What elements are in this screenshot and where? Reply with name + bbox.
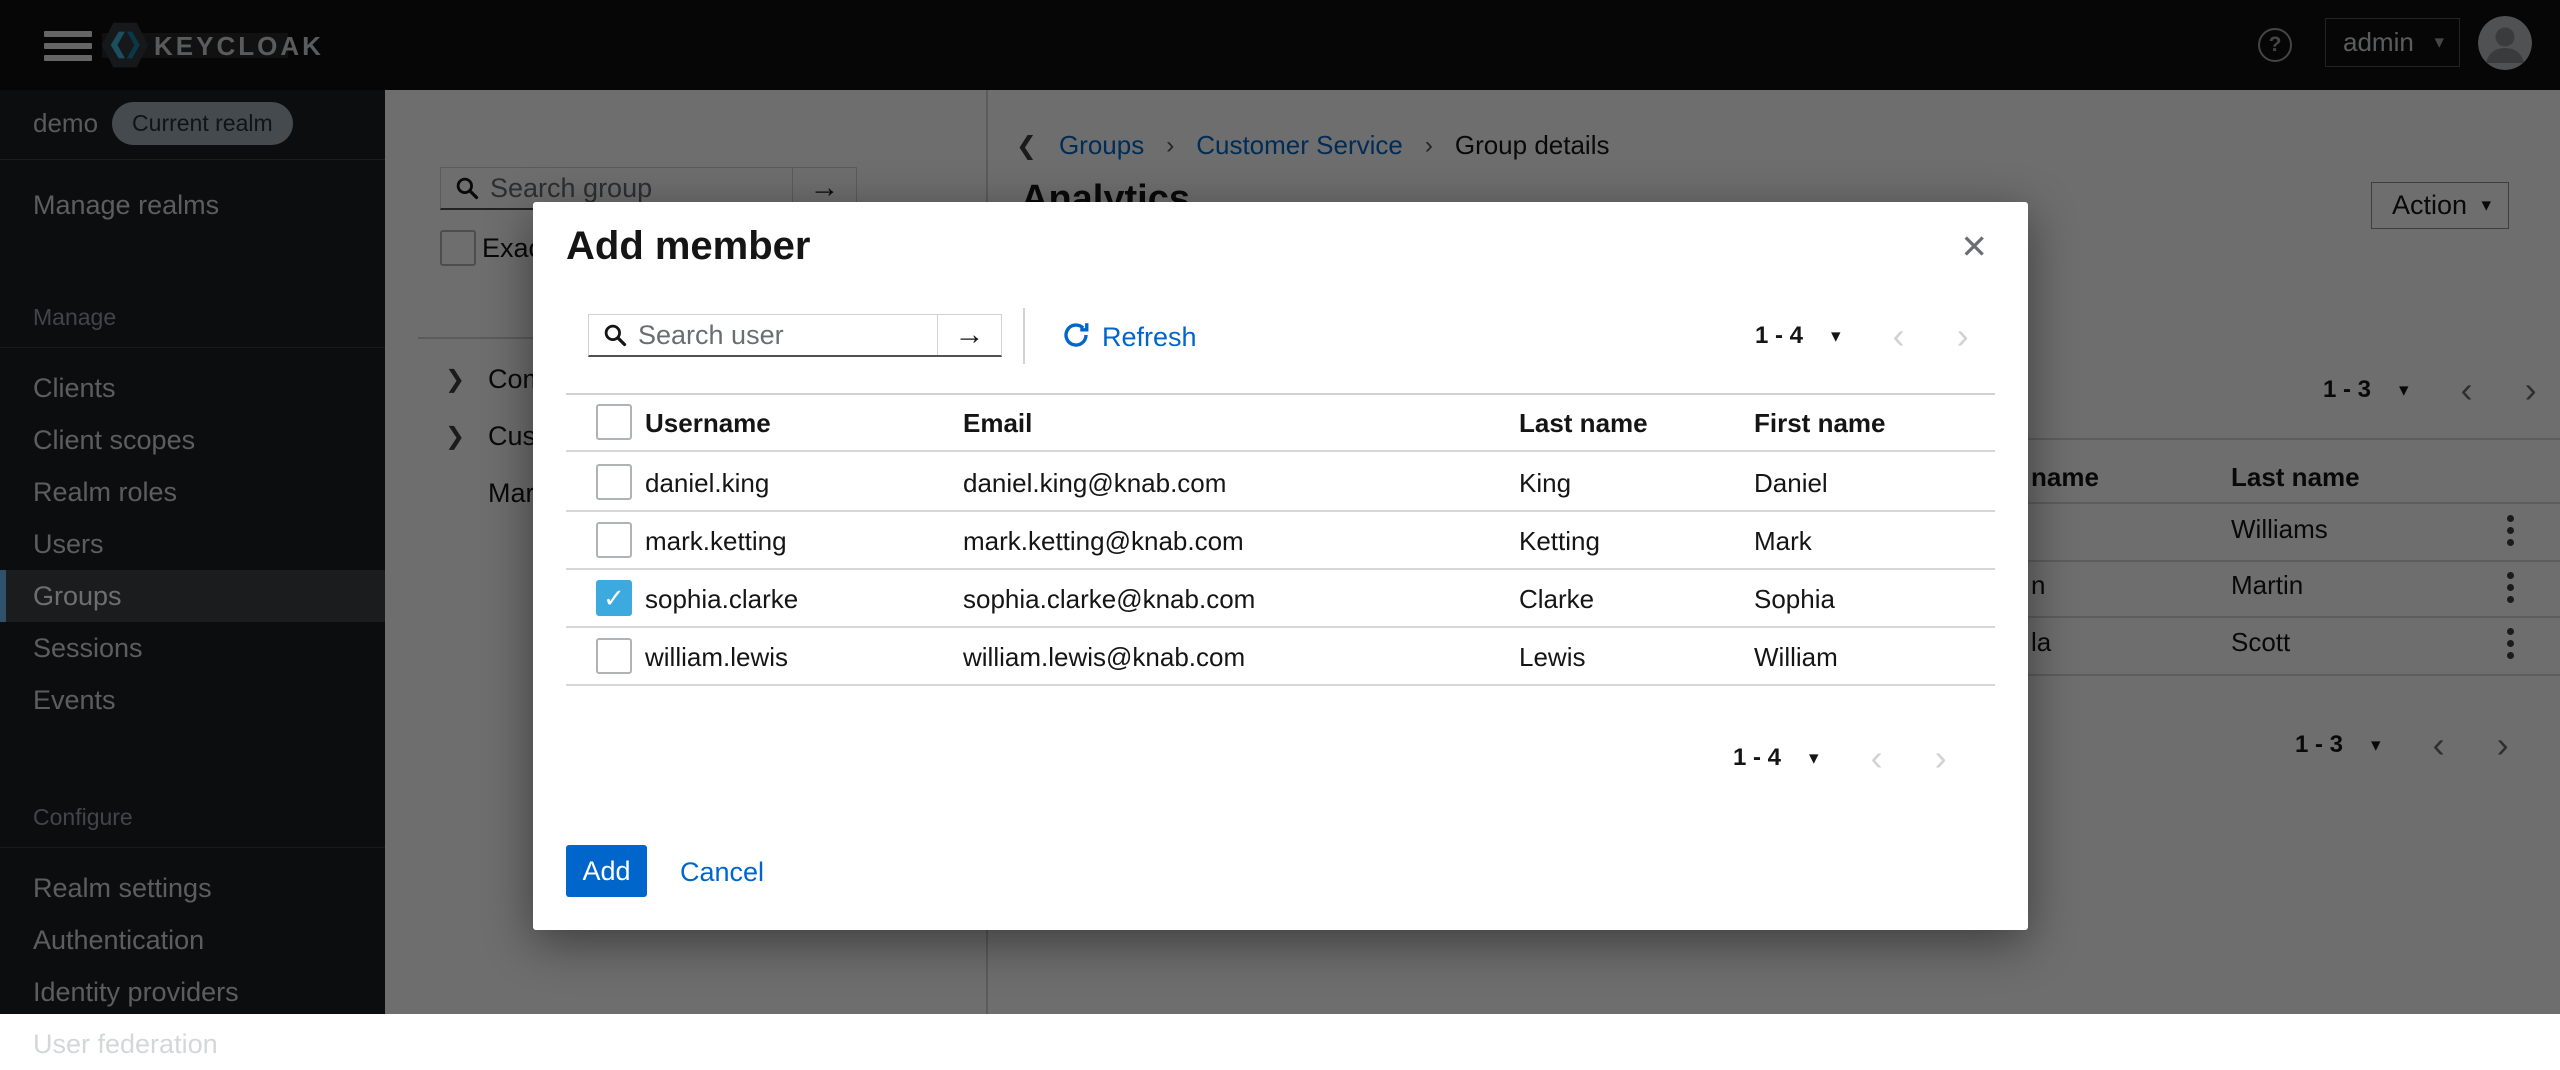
modal-pagination-bottom: 1 - 4 ▾ ‹ ›: [1733, 740, 1947, 776]
col-header-email: Email: [963, 394, 1032, 452]
close-icon[interactable]: ✕: [1960, 230, 1988, 263]
sidebar-item-user-federation[interactable]: User federation: [0, 1018, 385, 1070]
user-table-row: ✓ sophia.clarke sophia.clarke@knab.com C…: [566, 570, 1995, 628]
user-table-row: ✓ mark.ketting mark.ketting@knab.com Ket…: [566, 512, 1995, 570]
chevron-down-icon[interactable]: ▾: [1831, 327, 1841, 346]
col-header-last-name: Last name: [1519, 394, 1648, 452]
user-search-input[interactable]: [628, 320, 937, 351]
page-next-icon[interactable]: ›: [1957, 318, 1969, 354]
page-next-icon[interactable]: ›: [1935, 740, 1947, 776]
search-icon: [602, 322, 628, 348]
row-checkbox[interactable]: ✓: [596, 638, 632, 674]
col-header-first-name: First name: [1754, 394, 1886, 452]
row-checkbox[interactable]: ✓: [596, 464, 632, 500]
row-checkbox[interactable]: ✓: [596, 522, 632, 558]
modal-pagination-top: 1 - 4 ▾ ‹ ›: [1755, 318, 1969, 354]
cancel-button[interactable]: Cancel: [680, 857, 764, 888]
user-table-row: ✓ daniel.king daniel.king@knab.com King …: [566, 454, 1995, 512]
refresh-icon: [1061, 320, 1091, 355]
user-table-header-row: ✓ Username Email Last name First name: [566, 394, 1995, 452]
search-submit-arrow-icon[interactable]: →: [937, 315, 1001, 355]
page-prev-icon[interactable]: ‹: [1893, 318, 1905, 354]
row-checkbox[interactable]: ✓: [596, 580, 632, 616]
user-search-box: →: [588, 314, 1002, 357]
modal-title: Add member: [566, 224, 811, 269]
select-all-checkbox[interactable]: ✓: [596, 404, 632, 440]
user-table-row: ✓ william.lewis william.lewis@knab.com L…: [566, 628, 1995, 686]
chevron-down-icon[interactable]: ▾: [1809, 749, 1819, 768]
page-prev-icon[interactable]: ‹: [1871, 740, 1883, 776]
add-button[interactable]: Add: [566, 845, 647, 897]
add-member-modal: Add member ✕ → Refresh 1 - 4 ▾ ‹ › ✓ Use…: [533, 202, 2028, 930]
col-header-username: Username: [645, 394, 771, 452]
refresh-button[interactable]: Refresh: [1061, 320, 1197, 355]
toolbar-divider: [1023, 308, 1025, 364]
